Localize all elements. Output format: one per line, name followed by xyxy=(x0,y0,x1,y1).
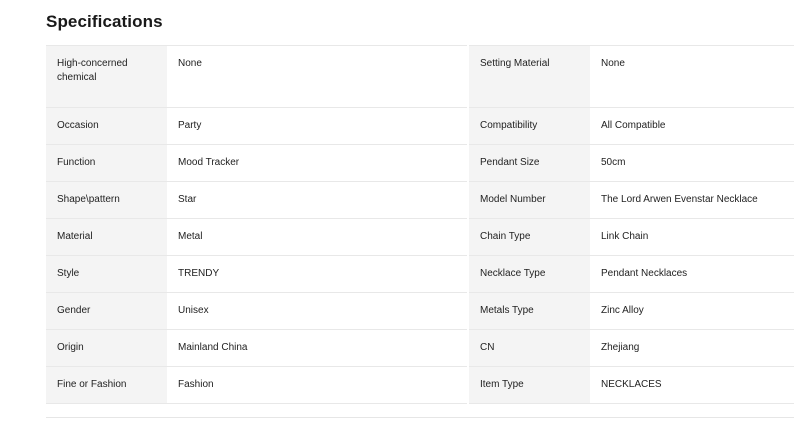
spec-label: Metals Type xyxy=(469,292,590,330)
spec-value: Party xyxy=(167,107,467,145)
spec-label: Necklace Type xyxy=(469,255,590,293)
spec-value: Metal xyxy=(167,218,467,256)
spec-label: Function xyxy=(46,144,167,182)
spec-label: Gender xyxy=(46,292,167,330)
spec-label: Model Number xyxy=(469,181,590,219)
spec-value: None xyxy=(167,45,467,108)
spec-label: Style xyxy=(46,255,167,293)
specifications-table: High-concerned chemical None Setting Mat… xyxy=(46,45,794,404)
spec-value: The Lord Arwen Evenstar Necklace xyxy=(590,181,794,219)
spec-label: Occasion xyxy=(46,107,167,145)
spec-value: Unisex xyxy=(167,292,467,330)
spec-value: None xyxy=(590,45,794,108)
spec-label: Compatibility xyxy=(469,107,590,145)
spec-value: TRENDY xyxy=(167,255,467,293)
spec-label: Pendant Size xyxy=(469,144,590,182)
spec-label: Shape\pattern xyxy=(46,181,167,219)
spec-value: All Compatible xyxy=(590,107,794,145)
spec-label: Chain Type xyxy=(469,218,590,256)
spec-label: Origin xyxy=(46,329,167,367)
spec-value: Star xyxy=(167,181,467,219)
spec-label: Setting Material xyxy=(469,45,590,108)
section-title: Specifications xyxy=(46,12,163,31)
spec-value: Zinc Alloy xyxy=(590,292,794,330)
spec-row: Style TRENDY Necklace Type Pendant Neckl… xyxy=(46,255,794,293)
spec-row: Origin Mainland China CN Zhejiang xyxy=(46,329,794,367)
spec-value: Zhejiang xyxy=(590,329,794,367)
spec-row: Function Mood Tracker Pendant Size 50cm xyxy=(46,144,794,182)
spec-row: Material Metal Chain Type Link Chain xyxy=(46,218,794,256)
spec-value: Mood Tracker xyxy=(167,144,467,182)
spec-value: Fashion xyxy=(167,366,467,404)
spec-row: Fine or Fashion Fashion Item Type NECKLA… xyxy=(46,366,794,404)
spec-row: Occasion Party Compatibility All Compati… xyxy=(46,107,794,145)
spec-label: High-concerned chemical xyxy=(46,45,167,108)
spec-value: Link Chain xyxy=(590,218,794,256)
spec-value: Pendant Necklaces xyxy=(590,255,794,293)
spec-label: Fine or Fashion xyxy=(46,366,167,404)
spec-label: Item Type xyxy=(469,366,590,404)
spec-row: High-concerned chemical None Setting Mat… xyxy=(46,45,794,108)
spec-row: Gender Unisex Metals Type Zinc Alloy xyxy=(46,292,794,330)
spec-value: Mainland China xyxy=(167,329,467,367)
spec-label: CN xyxy=(469,329,590,367)
spec-row: Shape\pattern Star Model Number The Lord… xyxy=(46,181,794,219)
spec-value: 50cm xyxy=(590,144,794,182)
spec-label: Material xyxy=(46,218,167,256)
section-divider xyxy=(46,417,794,418)
spec-value: NECKLACES xyxy=(590,366,794,404)
